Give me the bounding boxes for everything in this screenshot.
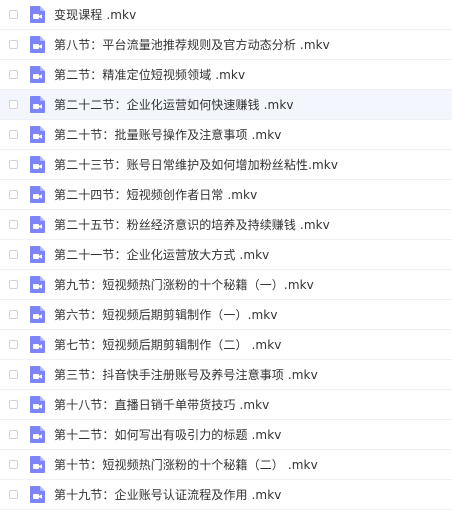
video-file-icon <box>30 126 45 143</box>
row-checkbox[interactable] <box>9 220 18 229</box>
file-row[interactable]: 第二节：精准定位短视频领域 .mkv <box>0 60 452 90</box>
row-checkbox[interactable] <box>9 10 18 19</box>
file-name: 第二十二节：企业化运营如何快速赚钱 .mkv <box>54 98 294 112</box>
file-row[interactable]: 第八节：平台流量池推荐规则及官方动态分析 .mkv <box>0 30 452 60</box>
file-row[interactable]: 变现课程 .mkv <box>0 0 452 30</box>
file-row[interactable]: 第二十四节：短视频创作者日常 .mkv <box>0 180 452 210</box>
video-file-icon <box>30 96 45 113</box>
file-name: 第十二节：如何写出有吸引力的标题 .mkv <box>54 428 282 442</box>
video-file-icon <box>30 6 45 23</box>
file-name: 第二十四节：短视频创作者日常 .mkv <box>54 188 258 202</box>
row-checkbox[interactable] <box>9 70 18 79</box>
file-row[interactable]: 第七节：短视频后期剪辑制作（二） .mkv <box>0 330 452 360</box>
video-file-icon <box>30 246 45 263</box>
file-name: 第二十三节：账号日常维护及如何增加粉丝粘性.mkv <box>54 158 339 172</box>
row-checkbox[interactable] <box>9 280 18 289</box>
file-row[interactable]: 第九节：短视频热门涨粉的十个秘籍（一）.mkv <box>0 270 452 300</box>
file-row[interactable]: 第十节：短视频热门涨粉的十个秘籍（二） .mkv <box>0 450 452 480</box>
video-file-icon <box>30 426 45 443</box>
video-file-icon <box>30 36 45 53</box>
file-row[interactable]: 第十二节：如何写出有吸引力的标题 .mkv <box>0 420 452 450</box>
file-row-hovered[interactable]: 第二十二节：企业化运营如何快速赚钱 .mkv <box>0 90 452 120</box>
video-file-icon <box>30 306 45 323</box>
file-name: 第二十一节：企业化运营放大方式 .mkv <box>54 248 270 262</box>
row-checkbox[interactable] <box>9 400 18 409</box>
file-name: 第八节：平台流量池推荐规则及官方动态分析 .mkv <box>54 38 330 52</box>
row-checkbox[interactable] <box>9 100 18 109</box>
file-name: 第三节：抖音快手注册账号及养号注意事项 .mkv <box>54 368 318 382</box>
file-name: 第二十节：批量账号操作及注意事项 .mkv <box>54 128 282 142</box>
file-name: 第十节：短视频热门涨粉的十个秘籍（二） .mkv <box>54 458 318 472</box>
video-file-icon <box>30 396 45 413</box>
row-checkbox[interactable] <box>9 430 18 439</box>
video-file-icon <box>30 456 45 473</box>
file-row[interactable]: 第十九节：企业账号认证流程及作用 .mkv <box>0 480 452 510</box>
row-checkbox[interactable] <box>9 160 18 169</box>
row-checkbox[interactable] <box>9 490 18 499</box>
file-name: 变现课程 .mkv <box>54 8 137 22</box>
file-name: 第十九节：企业账号认证流程及作用 .mkv <box>54 488 282 502</box>
video-file-icon <box>30 186 45 203</box>
video-file-icon <box>30 66 45 83</box>
row-checkbox[interactable] <box>9 130 18 139</box>
file-list: 变现课程 .mkv 第八节：平台流量池推荐规则及官方动态分析 .mkv 第二节：… <box>0 0 452 510</box>
row-checkbox[interactable] <box>9 250 18 259</box>
video-file-icon <box>30 216 45 233</box>
row-checkbox[interactable] <box>9 340 18 349</box>
video-file-icon <box>30 366 45 383</box>
file-row[interactable]: 第三节：抖音快手注册账号及养号注意事项 .mkv <box>0 360 452 390</box>
row-checkbox[interactable] <box>9 460 18 469</box>
video-file-icon <box>30 156 45 173</box>
file-name: 第九节：短视频热门涨粉的十个秘籍（一）.mkv <box>54 278 314 292</box>
file-row[interactable]: 第二十三节：账号日常维护及如何增加粉丝粘性.mkv <box>0 150 452 180</box>
file-name: 第十八节：直播日销千单带货技巧 .mkv <box>54 398 270 412</box>
file-row[interactable]: 第二十一节：企业化运营放大方式 .mkv <box>0 240 452 270</box>
file-name: 第二十五节：粉丝经济意识的培养及持续赚钱 .mkv <box>54 218 330 232</box>
row-checkbox[interactable] <box>9 190 18 199</box>
video-file-icon <box>30 276 45 293</box>
file-row[interactable]: 第二十五节：粉丝经济意识的培养及持续赚钱 .mkv <box>0 210 452 240</box>
video-file-icon <box>30 486 45 503</box>
row-checkbox[interactable] <box>9 370 18 379</box>
file-name: 第六节：短视频后期剪辑制作（一）.mkv <box>54 308 278 322</box>
file-name: 第七节：短视频后期剪辑制作（二） .mkv <box>54 338 282 352</box>
row-checkbox[interactable] <box>9 310 18 319</box>
file-row[interactable]: 第十八节：直播日销千单带货技巧 .mkv <box>0 390 452 420</box>
file-name: 第二节：精准定位短视频领域 .mkv <box>54 68 246 82</box>
row-checkbox[interactable] <box>9 40 18 49</box>
file-row[interactable]: 第六节：短视频后期剪辑制作（一）.mkv <box>0 300 452 330</box>
file-row[interactable]: 第二十节：批量账号操作及注意事项 .mkv <box>0 120 452 150</box>
video-file-icon <box>30 336 45 353</box>
